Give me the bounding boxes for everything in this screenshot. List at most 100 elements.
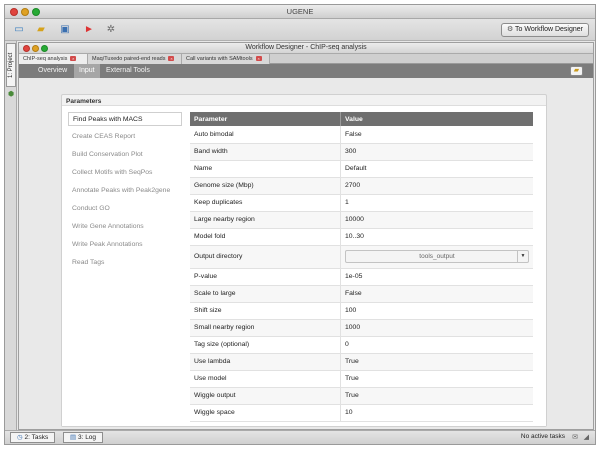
table-row[interactable]: Wiggle space 10 [190,404,533,422]
table-header-row: Parameter Value [190,112,533,126]
parameters-table: Parameter Value Auto bimodal False Band … [190,112,533,422]
dropdown-arrow-icon[interactable]: ▼ [517,251,528,262]
open-folder-icon[interactable]: ▰ [35,24,47,36]
param-value[interactable]: 10..30 [340,228,533,246]
doc-tab-label: Call variants with SAMtools [186,56,253,62]
step-annotate-peaks-peak2gene[interactable]: Annotate Peaks with Peak2gene [68,184,182,198]
log-icon: ▤ [70,434,77,441]
table-row[interactable]: Large nearby region 10000 [190,211,533,229]
param-name: Large nearby region [190,211,341,229]
table-row[interactable]: Band width 300 [190,143,533,161]
tasks-label: 2: Tasks [24,434,49,441]
step-write-gene-annotations[interactable]: Write Gene Annotations [68,220,182,234]
step-read-tags[interactable]: Read Tags [68,256,182,270]
param-name: Model fold [190,228,341,246]
step-conduct-go[interactable]: Conduct GO [68,202,182,216]
param-name: Small nearby region [190,319,341,337]
settings-icon[interactable]: ✲ [105,24,117,36]
param-value[interactable]: 1e-05 [340,268,533,286]
run-icon[interactable]: ► [83,24,95,36]
param-value[interactable]: 2700 [340,177,533,195]
param-value[interactable]: 300 [340,143,533,161]
param-name: Output directory [190,245,341,269]
param-value[interactable]: False [340,126,533,144]
table-row[interactable]: P-value 1e-05 [190,268,533,286]
table-row[interactable]: Wiggle output True [190,387,533,405]
inner-title-bar: Workflow Designer - ChIP-seq analysis [19,43,593,54]
tasks-tree-icon[interactable]: ⬢ [7,91,15,99]
table-row[interactable]: Scale to large False [190,285,533,303]
table-row[interactable]: Use lambda True [190,353,533,371]
to-workflow-designer-button[interactable]: ⚙ To Workflow Designer [500,23,589,37]
output-directory-combo[interactable]: tools_output ▼ [345,250,529,263]
param-value-cell: tools_output ▼ [340,245,533,269]
resize-grip-icon[interactable]: ◢ [584,433,589,442]
table-row[interactable]: Tag size (optional) 0 [190,336,533,354]
tasks-icon: ◷ [17,434,23,441]
table-row[interactable]: Small nearby region 1000 [190,319,533,337]
param-value[interactable]: 1000 [340,319,533,337]
close-tab-icon[interactable]: × [70,56,77,62]
param-name: Name [190,160,341,178]
param-value[interactable]: True [340,353,533,371]
step-write-peak-annotations[interactable]: Write Peak Annotations [68,238,182,252]
doc-tab-maq-tuxedo[interactable]: Maq/Tuxedo paired-end reads × [88,54,182,64]
doc-tab-label: ChIP-seq analysis [23,56,68,62]
ugene-window: UGENE ▭ ▰ ▣ ► ✲ ⚙ To Workflow Designer 1… [4,4,596,445]
tab-external-tools[interactable]: External Tools [101,64,155,78]
table-row[interactable]: Shift size 100 [190,302,533,320]
document-tabs: ChIP-seq analysis × Maq/Tuxedo paired-end… [19,54,593,64]
tab-overview[interactable]: Overview [33,64,72,78]
table-row[interactable]: Model fold 10..30 [190,228,533,246]
table-row[interactable]: Keep duplicates 1 [190,194,533,212]
wizard-content: Parameters Find Peaks with MACS Create C… [19,78,593,429]
log-label: 3: Log [77,434,97,441]
step-create-ceas-report[interactable]: Create CEAS Report [68,130,182,144]
table-row[interactable]: Output directory tools_output ▼ [190,245,533,269]
table-row[interactable]: Genome size (Mbp) 2700 [190,177,533,195]
doc-tab-label: Maq/Tuxedo paired-end reads [92,56,166,62]
notification-icon[interactable]: ✉ [572,433,578,442]
param-value[interactable]: True [340,387,533,405]
table-row[interactable]: Use model True [190,370,533,388]
param-name: Keep duplicates [190,194,341,212]
param-name: Shift size [190,302,341,320]
tab-input[interactable]: Input [74,64,100,78]
log-button[interactable]: ▤ 3: Log [63,432,104,443]
param-name: Tag size (optional) [190,336,341,354]
step-build-conservation-plot[interactable]: Build Conservation Plot [68,148,182,162]
param-value[interactable]: 10000 [340,211,533,229]
column-header-parameter: Parameter [190,112,341,126]
project-tab[interactable]: 1: Project [6,43,16,87]
param-name: Genome size (Mbp) [190,177,341,195]
table-row[interactable]: Name Default [190,160,533,178]
param-value[interactable]: True [340,370,533,388]
param-name: Wiggle output [190,387,341,405]
parameters-panel: Parameters Find Peaks with MACS Create C… [61,94,547,427]
close-tab-icon[interactable]: × [255,56,262,62]
doc-tab-chip-seq[interactable]: ChIP-seq analysis × [19,54,88,64]
inner-window-title: Workflow Designer - ChIP-seq analysis [245,44,367,51]
step-collect-motifs-seqpos[interactable]: Collect Motifs with SeqPos [68,166,182,180]
param-value[interactable]: 10 [340,404,533,422]
parameters-body: Find Peaks with MACS Create CEAS Report … [62,105,546,426]
param-value[interactable]: 1 [340,194,533,212]
table-row[interactable]: Auto bimodal False [190,126,533,144]
param-name: Scale to large [190,285,341,303]
param-name: P-value [190,268,341,286]
new-document-icon[interactable]: ▭ [13,24,25,36]
title-bar: UGENE [5,5,595,19]
param-value[interactable]: Default [340,160,533,178]
to-workflow-designer-label: To Workflow Designer [515,26,583,33]
param-value[interactable]: 0 [340,336,533,354]
status-text: No active tasks [520,433,565,440]
step-find-peaks-macs[interactable]: Find Peaks with MACS [68,112,182,126]
status-bar: ◷ 2: Tasks ▤ 3: Log No active tasks ✉ ◢ [5,430,595,444]
save-icon[interactable]: ▣ [59,24,71,36]
param-value[interactable]: 100 [340,302,533,320]
param-value[interactable]: False [340,285,533,303]
tasks-button[interactable]: ◷ 2: Tasks [10,432,56,443]
close-tab-icon[interactable]: × [168,56,175,62]
folder-icon[interactable]: ▰ [570,66,583,76]
doc-tab-samtools[interactable]: Call variants with SAMtools × [182,54,270,64]
